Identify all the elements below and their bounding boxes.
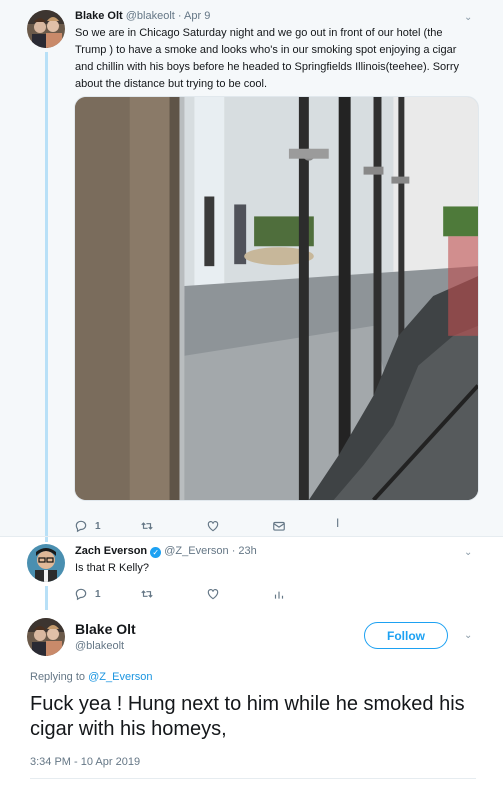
reply-count: 1 xyxy=(95,520,101,532)
chevron-down-icon[interactable]: ⌄ xyxy=(464,630,472,641)
replying-to: Replying to @Z_Everson xyxy=(30,671,152,683)
avatar[interactable] xyxy=(27,618,65,656)
reply-icon xyxy=(75,588,87,601)
envelope-icon xyxy=(273,521,285,531)
thread-line xyxy=(45,586,48,610)
tweet-header: Blake Olt @blakeolt · Apr 9 xyxy=(75,10,210,22)
like-button[interactable] xyxy=(206,587,272,601)
tweet-text: Is that R Kelly? xyxy=(75,562,149,574)
avatar[interactable] xyxy=(27,544,65,582)
user-handle[interactable]: @blakeolt xyxy=(126,10,175,22)
divider xyxy=(0,536,503,537)
retweet-icon xyxy=(141,590,153,598)
replying-to-link[interactable]: @Z_Everson xyxy=(88,671,152,683)
like-button[interactable] xyxy=(206,519,272,533)
reply-button[interactable]: 1 xyxy=(74,519,140,533)
verified-badge-icon: ✓ xyxy=(150,547,162,558)
heart-icon xyxy=(207,589,219,600)
user-name[interactable]: Zach Everson xyxy=(75,545,147,557)
tweet-photo[interactable] xyxy=(74,96,479,501)
tweet-header: Zach Everson ✓ @Z_Everson · 23h xyxy=(75,545,257,558)
text-cursor-icon: I xyxy=(336,516,340,530)
reply-button[interactable]: 1 xyxy=(74,587,140,601)
reply-icon xyxy=(75,520,87,533)
tweet-actions: 1 xyxy=(74,519,338,533)
chevron-down-icon[interactable]: ⌄ xyxy=(464,12,472,23)
retweet-button[interactable] xyxy=(140,519,206,533)
reply-count: 1 xyxy=(95,588,101,600)
replying-prefix: Replying to xyxy=(30,671,86,683)
tweet-timestamp[interactable]: 3:34 PM - 10 Apr 2019 xyxy=(30,756,140,768)
user-handle[interactable]: @blakeolt xyxy=(75,640,124,652)
dm-button[interactable] xyxy=(272,519,338,533)
heart-icon xyxy=(207,521,219,532)
tweet-actions: 1 xyxy=(74,587,338,601)
chevron-down-icon[interactable]: ⌄ xyxy=(464,547,472,558)
tweet-text: Fuck yea ! Hung next to him while he smo… xyxy=(30,693,465,740)
user-name[interactable]: Blake Olt xyxy=(75,621,136,637)
thread-line xyxy=(45,52,48,542)
analytics-button[interactable] xyxy=(272,587,338,601)
user-name[interactable]: Blake Olt xyxy=(75,10,123,22)
tweet-date[interactable]: · Apr 9 xyxy=(178,10,210,22)
analytics-icon xyxy=(274,591,284,599)
follow-button[interactable]: Follow xyxy=(364,622,448,649)
tweet-date[interactable]: · 23h xyxy=(232,545,257,557)
retweet-button[interactable] xyxy=(140,587,206,601)
divider xyxy=(30,778,476,779)
tweet-text: So we are in Chicago Saturday night and … xyxy=(75,27,459,90)
avatar[interactable] xyxy=(27,10,65,48)
retweet-icon xyxy=(141,522,153,530)
user-handle[interactable]: @Z_Everson xyxy=(164,545,228,557)
